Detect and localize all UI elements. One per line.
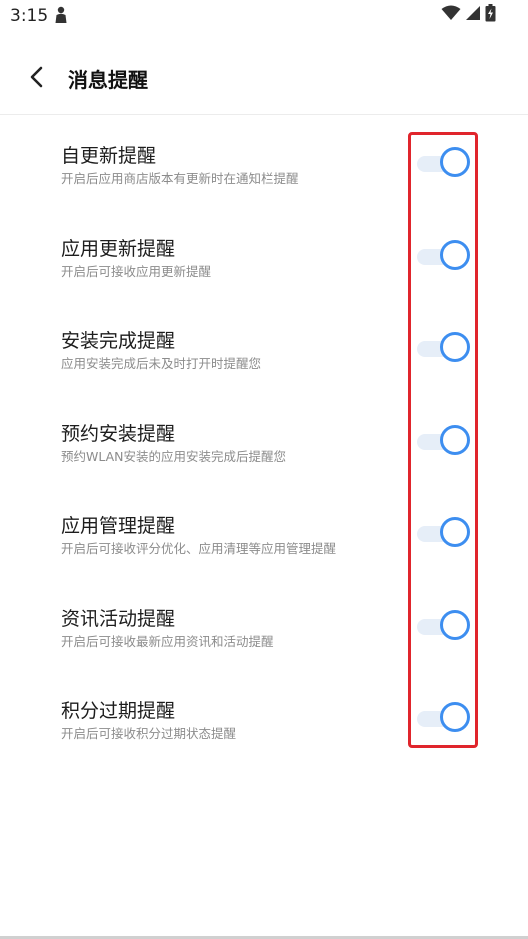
toggle-thumb — [440, 609, 470, 640]
page-title: 消息提醒 — [68, 68, 148, 92]
setting-description: 开启后可接收积分过期状态提醒 — [61, 726, 237, 741]
toggle-thumb — [440, 332, 470, 362]
status-time: 3:15 — [10, 6, 49, 26]
news-activity-toggle[interactable] — [417, 609, 470, 640]
signal-icon — [465, 5, 481, 25]
setting-description: 开启后可接收评分优化、应用清理等应用管理提醒 — [61, 541, 337, 556]
setting-title: 应用更新提醒 — [61, 237, 176, 260]
setting-item-scheduled-install: 预约安装提醒 预约WLAN安装的应用安装完成后提醒您 — [0, 393, 528, 486]
back-button[interactable] — [22, 62, 52, 92]
screen: 3:15 消息提醒 自更新提醒 开启后应用商店版本有更新时在通知栏提醒 应用更新… — [0, 0, 528, 939]
setting-item-app-management: 应用管理提醒 开启后可接收评分优化、应用清理等应用管理提醒 — [0, 485, 528, 578]
toggle-thumb — [440, 702, 470, 732]
app-header: 消息提醒 — [0, 40, 528, 115]
toggle-thumb — [440, 424, 470, 455]
wifi-icon — [441, 5, 461, 25]
scheduled-install-toggle[interactable] — [417, 424, 470, 455]
points-expiry-toggle[interactable] — [417, 702, 470, 732]
app-update-toggle[interactable] — [417, 239, 470, 270]
setting-title: 自更新提醒 — [61, 145, 157, 167]
setting-description: 开启后应用商店版本有更新时在通知栏提醒 — [61, 171, 299, 186]
setting-title: 预约安装提醒 — [61, 422, 176, 445]
back-arrow-icon — [30, 66, 43, 88]
toggle-thumb — [440, 239, 470, 270]
settings-list: 自更新提醒 开启后应用商店版本有更新时在通知栏提醒 应用更新提醒 开启后可接收应… — [0, 115, 528, 763]
app-management-toggle[interactable] — [417, 517, 470, 547]
setting-item-install-complete: 安装完成提醒 应用安装完成后未及时打开时提醒您 — [0, 300, 528, 393]
install-complete-toggle[interactable] — [417, 332, 470, 362]
setting-description: 应用安装完成后未及时打开时提醒您 — [61, 356, 262, 371]
setting-title: 应用管理提醒 — [61, 515, 176, 537]
setting-item-app-update: 应用更新提醒 开启后可接收应用更新提醒 — [0, 208, 528, 301]
setting-item-points-expiry: 积分过期提醒 开启后可接收积分过期状态提醒 — [0, 670, 528, 763]
status-icons — [441, 4, 496, 26]
setting-description: 开启后可接收最新应用资讯和活动提醒 — [61, 633, 274, 649]
self-update-toggle[interactable] — [417, 147, 470, 177]
status-bar: 3:15 — [0, 0, 528, 32]
toggle-thumb — [440, 147, 470, 177]
setting-item-news-activity: 资讯活动提醒 开启后可接收最新应用资讯和活动提醒 — [0, 578, 528, 671]
setting-title: 资讯活动提醒 — [61, 607, 176, 630]
toggle-thumb — [440, 517, 470, 547]
setting-description: 开启后可接收应用更新提醒 — [61, 263, 212, 279]
setting-description: 预约WLAN安装的应用安装完成后提醒您 — [61, 448, 287, 464]
setting-title: 安装完成提醒 — [61, 330, 176, 352]
person-icon — [54, 6, 68, 24]
battery-icon — [485, 4, 496, 26]
setting-title: 积分过期提醒 — [61, 700, 176, 722]
setting-item-self-update: 自更新提醒 开启后应用商店版本有更新时在通知栏提醒 — [0, 115, 528, 208]
